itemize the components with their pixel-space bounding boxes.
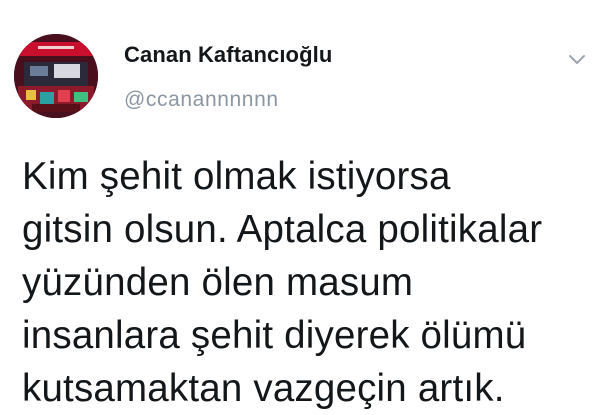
tweet-line: Kim şehit olmak istiyorsa — [22, 155, 451, 198]
profile-photo-icon — [14, 34, 98, 118]
tweet-line: insanlara şehit diyerek ölümü — [22, 314, 527, 357]
avatar[interactable] — [14, 34, 98, 118]
chevron-down-icon[interactable] — [566, 48, 588, 70]
tweet-line: gitsin olsun. Aptalca politikalar — [22, 208, 543, 251]
tweet-card: Canan Kaftancıoğlu @ccanannnnnn Kim şehi… — [0, 0, 600, 410]
tweet-line: yüzünden ölen masum — [22, 261, 414, 304]
tweet-line: kutsamaktan vazgeçin artık. — [22, 367, 505, 410]
handle[interactable]: @ccanannnnnn — [124, 88, 279, 112]
tweet-text: Kim şehit olmak istiyorsa gitsin olsun. … — [22, 150, 582, 415]
display-name[interactable]: Canan Kaftancıoğlu — [124, 42, 332, 68]
